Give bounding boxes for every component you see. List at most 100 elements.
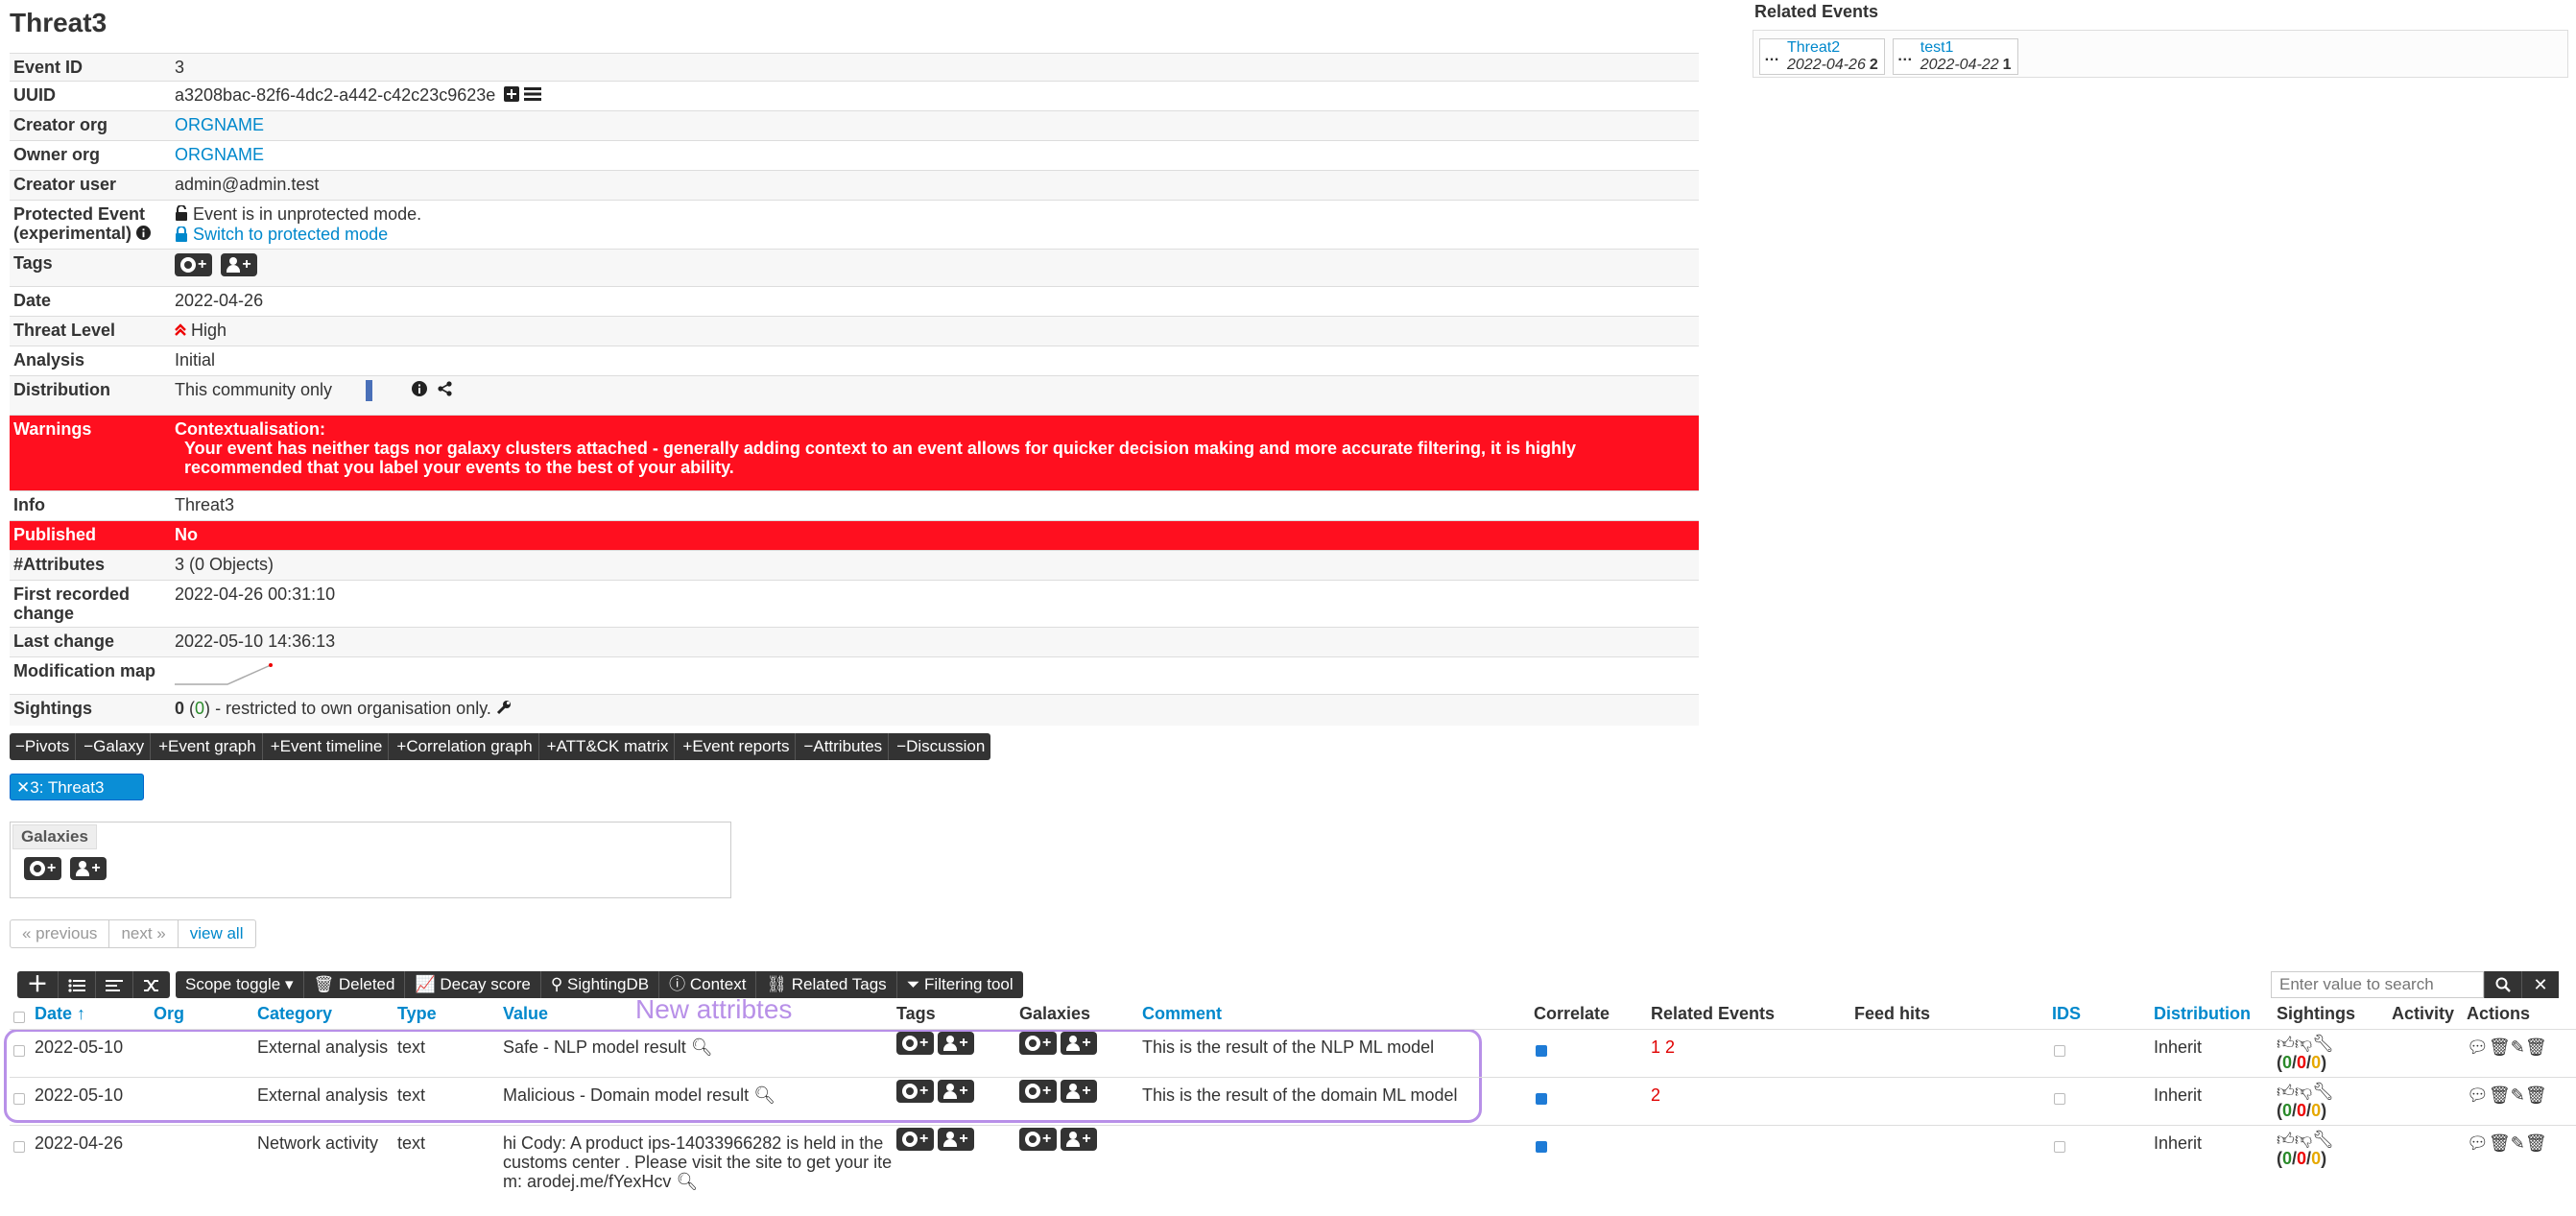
toggle-event-graph[interactable]: +Event graph (153, 733, 263, 760)
correlate-checkbox[interactable] (1536, 1089, 1547, 1109)
add-global-tag-button[interactable]: + (175, 253, 213, 276)
attr-related-events[interactable]: 1 2 (1651, 1037, 1675, 1057)
search-icon[interactable]: 🔍︎ (753, 1085, 775, 1105)
ids-checkbox[interactable] (2054, 1089, 2065, 1109)
delete-icon[interactable]: 🗑︎ (2525, 1037, 2547, 1057)
thumbs-down-icon[interactable]: 👎︎ (2295, 1034, 2312, 1053)
wrench-icon[interactable] (496, 700, 512, 719)
add-local-galaxy-button[interactable]: + (1061, 1032, 1097, 1055)
add-local-tag-button[interactable]: + (938, 1080, 974, 1103)
ids-checkbox[interactable] (2054, 1137, 2065, 1156)
add-global-galaxy-button[interactable]: + (1019, 1128, 1058, 1151)
trash-icon[interactable]: 🗑︎ (2489, 1085, 2511, 1105)
trash-icon[interactable]: 🗑︎ (2489, 1133, 2511, 1153)
toggle-galaxy[interactable]: −Galaxy (78, 733, 152, 760)
more-icon[interactable]: … (1764, 48, 1779, 65)
add-local-galaxy-button[interactable]: + (70, 857, 107, 880)
toggle-attack-matrix[interactable]: +ATT&CK matrix (541, 733, 676, 760)
col-date[interactable]: Date ↑ (35, 1004, 85, 1024)
add-global-galaxy-button[interactable]: + (1019, 1080, 1058, 1103)
ids-checkbox[interactable] (2054, 1041, 2065, 1061)
attr-related-events[interactable]: 2 (1651, 1085, 1660, 1105)
delete-icon[interactable]: 🗑︎ (2525, 1085, 2547, 1105)
col-distribution[interactable]: Distribution (2154, 1004, 2251, 1024)
add-attribute-button[interactable]: ＋ (17, 971, 60, 998)
scope-toggle-dropdown[interactable]: Scope toggle ▾ (176, 971, 304, 998)
add-icon[interactable] (504, 86, 520, 106)
thumbs-up-icon[interactable]: 👍︎ (2277, 1034, 2295, 1053)
toggle-correlation-graph[interactable]: +Correlation graph (391, 733, 539, 760)
col-type[interactable]: Type (397, 1004, 437, 1024)
col-comment[interactable]: Comment (1142, 1004, 1222, 1024)
creator-org-link[interactable]: ORGNAME (175, 115, 264, 134)
col-category[interactable]: Category (257, 1004, 332, 1024)
filtering-tool-button[interactable]: ⏷ Filtering tool (897, 971, 1023, 998)
search-icon[interactable]: 🔍︎ (676, 1172, 698, 1191)
add-global-galaxy-button[interactable]: + (24, 857, 62, 880)
delete-icon[interactable]: 🗑︎ (2525, 1133, 2547, 1153)
select-all-checkbox[interactable] (13, 1008, 25, 1028)
thumbs-down-icon[interactable]: 👎︎ (2295, 1082, 2312, 1101)
share-icon[interactable] (438, 381, 453, 400)
row-checkbox[interactable] (13, 1041, 25, 1061)
clear-search-button[interactable]: ✕ (2521, 971, 2559, 998)
info-icon[interactable] (412, 381, 428, 400)
related-event-link[interactable]: Threat2 (1787, 39, 1840, 56)
edit-icon[interactable]: ✎ (2511, 1133, 2525, 1153)
add-local-galaxy-button[interactable]: + (1061, 1080, 1097, 1103)
wrench-icon[interactable]: 🔧︎ (2312, 1034, 2334, 1053)
col-org[interactable]: Org (154, 1004, 184, 1024)
comment-icon[interactable]: 💬︎ (2467, 1085, 2489, 1105)
toggle-event-reports[interactable]: +Event reports (677, 733, 797, 760)
list-view-button[interactable] (59, 971, 97, 998)
owner-org-link[interactable]: ORGNAME (175, 145, 264, 164)
related-event-link[interactable]: test1 (1920, 39, 1954, 56)
correlate-checkbox[interactable] (1536, 1041, 1547, 1061)
related-event-item[interactable]: … Threat2 2022-04-26 2 (1759, 38, 1885, 75)
search-input[interactable] (2271, 971, 2484, 998)
add-global-tag-button[interactable]: + (896, 1128, 935, 1151)
add-local-tag-button[interactable]: + (938, 1128, 974, 1151)
row-checkbox[interactable] (13, 1137, 25, 1156)
thumbs-up-icon[interactable]: 👍︎ (2277, 1082, 2295, 1101)
add-local-tag-button[interactable]: + (938, 1032, 974, 1055)
pivot-item[interactable]: ✕3: Threat3 (10, 774, 144, 800)
add-global-galaxy-button[interactable]: + (1019, 1032, 1058, 1055)
thumbs-down-icon[interactable]: 👎︎ (2295, 1130, 2312, 1149)
add-local-galaxy-button[interactable]: + (1061, 1128, 1097, 1151)
wrench-icon[interactable]: 🔧︎ (2312, 1130, 2334, 1149)
search-button[interactable] (2484, 971, 2521, 998)
trash-icon[interactable]: 🗑︎ (2489, 1037, 2511, 1057)
previous-page-button[interactable]: « previous (11, 920, 110, 947)
more-icon[interactable]: … (1897, 48, 1913, 65)
toggle-pivots[interactable]: −Pivots (10, 733, 77, 760)
decay-score-toggle[interactable]: 📈 Decay score (405, 971, 541, 998)
search-icon[interactable]: 🔍︎ (691, 1037, 713, 1057)
edit-icon[interactable]: ✎ (2511, 1037, 2525, 1057)
text-align-button[interactable] (96, 971, 134, 998)
col-value[interactable]: Value (503, 1004, 548, 1024)
correlate-checkbox[interactable] (1536, 1137, 1547, 1156)
related-event-item[interactable]: … test1 2022-04-22 1 (1892, 38, 2018, 75)
row-checkbox[interactable] (13, 1089, 25, 1109)
list-icon[interactable] (524, 86, 542, 106)
add-global-tag-button[interactable]: + (896, 1032, 935, 1055)
next-page-button[interactable]: next » (109, 920, 179, 947)
toggle-discussion[interactable]: −Discussion (891, 733, 990, 760)
col-ids[interactable]: IDS (2052, 1004, 2081, 1024)
deleted-toggle[interactable]: 🗑 Deleted (304, 971, 406, 998)
add-global-tag-button[interactable]: + (896, 1080, 935, 1103)
switch-protected-link[interactable]: Switch to protected mode (193, 225, 388, 244)
comment-icon[interactable]: 💬︎ (2467, 1037, 2489, 1057)
attr-date: 2022-04-26 (35, 1133, 124, 1153)
thumbs-up-icon[interactable]: 👍︎ (2277, 1130, 2295, 1149)
wrench-icon[interactable]: 🔧︎ (2312, 1082, 2334, 1101)
comment-icon[interactable]: 💬︎ (2467, 1133, 2489, 1153)
toggle-event-timeline[interactable]: +Event timeline (265, 733, 390, 760)
info-icon[interactable] (136, 225, 152, 244)
toggle-attributes[interactable]: −Attributes (798, 733, 890, 760)
edit-icon[interactable]: ✎ (2511, 1085, 2525, 1105)
shuffle-button[interactable] (133, 971, 170, 998)
view-all-button[interactable]: view all (179, 920, 255, 947)
add-local-tag-button[interactable]: + (221, 253, 257, 276)
